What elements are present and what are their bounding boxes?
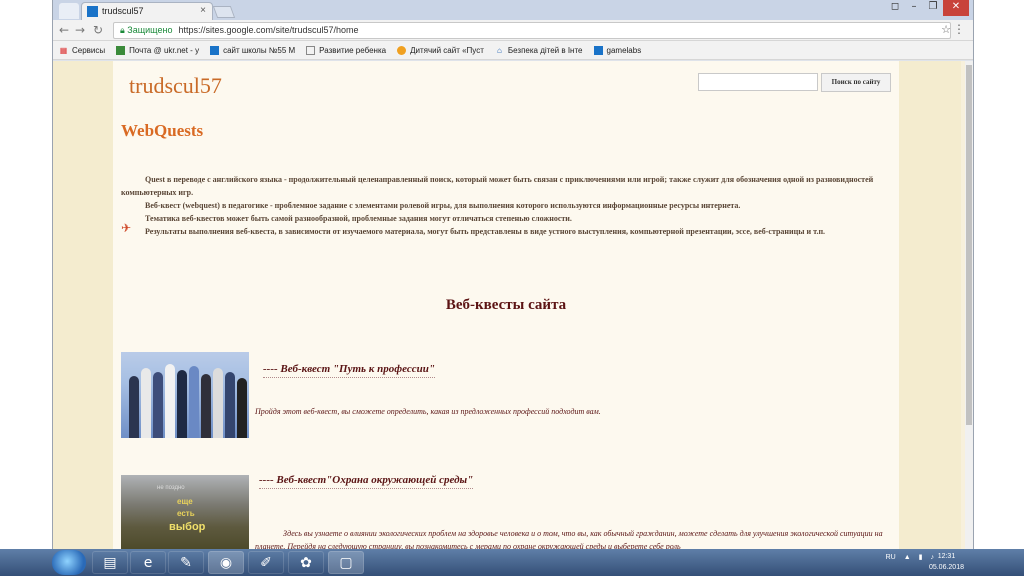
close-tab-icon[interactable]: × bbox=[200, 5, 206, 16]
minimize-icon[interactable]: – bbox=[905, 0, 923, 16]
language-indicator[interactable]: RU bbox=[886, 554, 896, 561]
maximize-icon[interactable]: ❐ bbox=[924, 0, 942, 16]
scrollbar-thumb[interactable] bbox=[966, 65, 972, 425]
intro-paragraph: Тематика веб-квестов может быть самой ра… bbox=[145, 214, 572, 223]
person-figure bbox=[213, 368, 223, 438]
new-tab-button[interactable] bbox=[212, 6, 236, 18]
back-icon[interactable]: ← bbox=[59, 23, 69, 37]
bookmark-item[interactable]: Почта @ ukr.net - у bbox=[116, 45, 199, 55]
quest-description: Пройдя этот веб-квест, вы сможете опреде… bbox=[255, 407, 601, 416]
clock-time: 12:31 bbox=[937, 553, 956, 560]
page-left-border bbox=[53, 61, 113, 549]
bookmark-star-icon[interactable]: ☆ bbox=[941, 23, 951, 36]
intro-paragraph: Результаты выполнения веб-квеста, в зави… bbox=[145, 227, 826, 236]
tab-active[interactable]: trudscul57 × bbox=[81, 2, 213, 20]
person-figure bbox=[225, 372, 235, 438]
intro-paragraph: Quest в переводе с английского языка - п… bbox=[121, 175, 874, 197]
toolbar: ← → ↻ 🔒︎ Защищено https://sites.google.co… bbox=[53, 20, 973, 41]
page-viewport: trudscul57 Поиск по сайту WebQuests Ques… bbox=[53, 61, 973, 549]
page-content: trudscul57 Поиск по сайту WebQuests Ques… bbox=[113, 61, 899, 549]
clock-date: 05.06.2018 bbox=[928, 564, 964, 571]
close-window-icon[interactable]: ✕ bbox=[943, 0, 969, 16]
search-button[interactable]: Поиск по сайту bbox=[821, 73, 891, 92]
person-figure bbox=[237, 378, 247, 438]
chrome-icon[interactable]: ◉ bbox=[208, 551, 244, 574]
image-caption: не поздно bbox=[157, 485, 185, 491]
environment-image[interactable]: не поздно еще есть выбор bbox=[121, 475, 249, 549]
ie-icon[interactable]: e bbox=[130, 551, 166, 574]
mail-icon bbox=[116, 45, 126, 55]
network-icon[interactable]: ▮ bbox=[919, 553, 923, 561]
quest-link-environment[interactable]: ---- Веб-квест"Охрана окружающей среды" bbox=[259, 474, 474, 489]
intro-text: Quest в переводе с английского языка - п… bbox=[121, 173, 881, 238]
pinned-tab[interactable] bbox=[59, 3, 79, 19]
bookmark-item[interactable]: сайт школы №55 М bbox=[210, 45, 295, 55]
apps-icon: ▦ bbox=[59, 45, 68, 55]
gimp-icon[interactable]: ✐ bbox=[248, 551, 284, 574]
start-button[interactable] bbox=[52, 550, 86, 575]
left-margin bbox=[0, 0, 52, 549]
page-title: WebQuests bbox=[121, 121, 204, 140]
bookmark-item[interactable]: Развитие ребенка bbox=[306, 45, 386, 55]
image-caption: есть bbox=[177, 509, 195, 518]
intro-paragraph: Веб-квест (webquest) в педагогике - проб… bbox=[145, 201, 741, 210]
person-figure bbox=[201, 374, 211, 438]
house-icon: ⌂ bbox=[496, 45, 502, 55]
address-bar[interactable]: 🔒︎ Защищено https://sites.google.com/site… bbox=[113, 22, 951, 39]
browser-window: trudscul57 × ◻ – ❐ ✕ ← → ↻ 🔒︎ Защищено ht… bbox=[52, 0, 974, 549]
tab-bar: trudscul57 × ◻ – ❐ ✕ bbox=[53, 0, 973, 20]
image-caption: выбор bbox=[169, 521, 206, 533]
taskbar: ▤ e ✎ ◉ ✐ ✿ ▢ RU ▲ ▮ ♪ 12:31 05.06.2018 bbox=[0, 549, 1024, 576]
scrollbar[interactable] bbox=[965, 61, 973, 549]
user-icon[interactable]: ◻ bbox=[886, 0, 904, 16]
tray-up-icon[interactable]: ▲ bbox=[904, 554, 911, 561]
page-right-border bbox=[899, 61, 961, 549]
menu-icon[interactable]: ⋮ bbox=[953, 22, 965, 36]
site-favicon-icon bbox=[87, 6, 98, 17]
tab-title: trudscul57 bbox=[102, 6, 144, 16]
window-icon[interactable]: ▢ bbox=[328, 551, 364, 574]
school-icon bbox=[210, 45, 220, 55]
app-icon[interactable]: ✿ bbox=[288, 551, 324, 574]
bookmark-item[interactable]: ▦ Сервисы bbox=[59, 46, 105, 55]
person-figure bbox=[141, 368, 151, 438]
reload-icon[interactable]: ↻ bbox=[93, 23, 103, 37]
url-text: https://sites.google.com/site/trudscul57… bbox=[178, 25, 359, 35]
forward-icon[interactable]: → bbox=[75, 23, 85, 37]
explorer-icon[interactable]: ▤ bbox=[92, 551, 128, 574]
image-caption: еще bbox=[177, 497, 193, 506]
bird-icon: ✈ bbox=[121, 221, 132, 235]
person-figure bbox=[129, 376, 139, 438]
bookmark-item[interactable]: ⌂ Безпека дітей в Інте bbox=[495, 46, 583, 55]
person-figure bbox=[177, 370, 187, 438]
right-margin bbox=[974, 0, 1024, 549]
bookmarks-bar: ▦ Сервисы Почта @ ukr.net - у сайт школы … bbox=[53, 41, 973, 60]
section-title: Веб-квесты сайта bbox=[445, 297, 567, 313]
quest-description: Здесь вы узнаете о влиянии экологических… bbox=[255, 529, 883, 549]
bookmark-item[interactable]: Дитячий сайт «Пуст bbox=[397, 45, 484, 55]
window-controls: ◻ – ❐ ✕ bbox=[886, 0, 969, 16]
screen: trudscul57 × ◻ – ❐ ✕ ← → ↻ 🔒︎ Защищено ht… bbox=[0, 0, 1024, 576]
school-icon bbox=[593, 45, 603, 55]
site-title[interactable]: trudscul57 bbox=[129, 73, 222, 99]
secure-label: Защищено bbox=[127, 25, 173, 35]
bookmark-item[interactable]: gamelabs bbox=[593, 45, 641, 55]
professions-image[interactable] bbox=[121, 352, 249, 438]
person-figure bbox=[153, 372, 163, 438]
person-figure bbox=[165, 364, 175, 438]
paint-icon[interactable]: ✎ bbox=[168, 551, 204, 574]
person-figure bbox=[189, 366, 199, 438]
quest-link-profession[interactable]: ---- Веб-квест "Путь к профессии" bbox=[263, 363, 435, 378]
clock[interactable]: 12:31 05.06.2018 bbox=[929, 551, 964, 573]
search-input[interactable] bbox=[698, 73, 818, 91]
elephant-icon bbox=[397, 45, 407, 55]
page-icon bbox=[306, 45, 316, 55]
